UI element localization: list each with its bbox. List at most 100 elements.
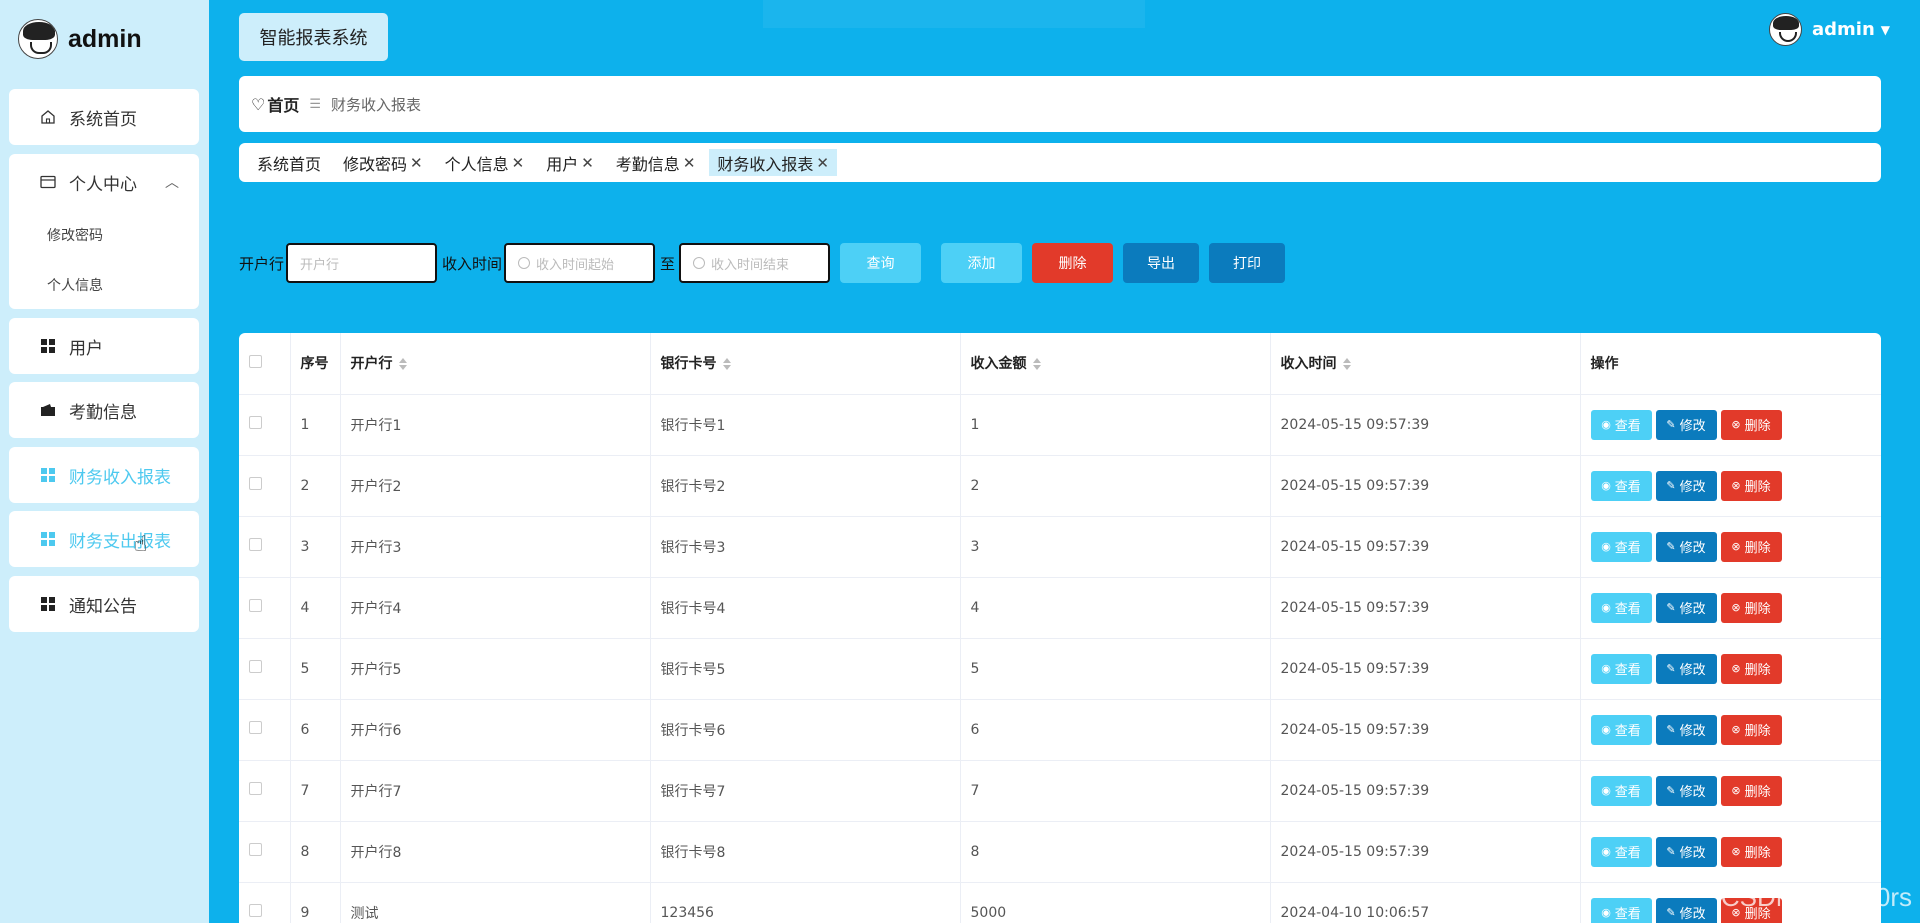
sidebar-item-label: 用户 <box>69 338 103 359</box>
grid-icon <box>39 530 57 548</box>
edit-button[interactable]: ✎ 修改 <box>1655 531 1717 562</box>
row-actions: ◉ 查看 ✎ 修改 ⊗ 删除 <box>1580 516 1881 578</box>
table-cell: 6 <box>290 699 341 761</box>
delete-row-button[interactable]: ⊗ 删除 <box>1720 714 1782 745</box>
delete-button[interactable]: 删除 <box>1032 243 1114 283</box>
pencil-icon: ✎ <box>1666 479 1676 492</box>
view-button[interactable]: ◉ 查看 <box>1590 714 1652 745</box>
view-button[interactable]: ◉ 查看 <box>1590 409 1652 440</box>
query-button[interactable]: 查询 <box>840 243 922 283</box>
time-end-input[interactable]: 收入时间结束 <box>679 243 831 283</box>
row-actions: ◉ 查看 ✎ 修改 ⊗ 删除 <box>1580 821 1881 883</box>
delete-row-button[interactable]: ⊗ 删除 <box>1720 775 1782 806</box>
delete-row-button[interactable]: ⊗ 删除 <box>1720 470 1782 501</box>
sidebar-item-notice[interactable]: 通知公告 <box>9 576 199 632</box>
edit-button[interactable]: ✎ 修改 <box>1655 775 1717 806</box>
view-button[interactable]: ◉ 查看 <box>1590 775 1652 806</box>
sidebar-item-users[interactable]: 用户 <box>9 318 199 374</box>
table-cell: 开户行4 <box>340 577 651 639</box>
time-start-input[interactable]: 收入时间起始 <box>504 243 656 283</box>
export-button[interactable]: 导出 <box>1123 243 1200 283</box>
view-button[interactable]: ◉ 查看 <box>1590 470 1652 501</box>
sort-icon[interactable] <box>1342 358 1351 371</box>
add-button[interactable]: 添加 <box>941 243 1023 283</box>
edit-button[interactable]: ✎ 修改 <box>1655 653 1717 684</box>
tab-users[interactable]: 用户 ✕ <box>546 149 594 176</box>
view-button[interactable]: ◉ 查看 <box>1590 592 1652 623</box>
view-button[interactable]: ◉ 查看 <box>1590 653 1652 684</box>
select-all-checkbox[interactable] <box>239 333 291 395</box>
tab-label: 个人信息 <box>444 154 509 174</box>
user-menu[interactable]: admin ▼ <box>1768 13 1890 46</box>
delete-row-button[interactable]: ⊗ 删除 <box>1720 836 1782 867</box>
col-header-amount[interactable]: 收入金额 <box>960 333 1271 395</box>
delete-row-button[interactable]: ⊗ 删除 <box>1720 409 1782 440</box>
view-button[interactable]: ◉ 查看 <box>1590 531 1652 562</box>
tab-personal-info[interactable]: 个人信息 ✕ <box>445 149 525 176</box>
avatar <box>1768 13 1802 46</box>
delete-row-button[interactable]: ⊗ 删除 <box>1720 592 1782 623</box>
sidebar-item-label: 考勤信息 <box>69 402 137 423</box>
edit-button[interactable]: ✎ 修改 <box>1655 714 1717 745</box>
time-end-placeholder: 收入时间结束 <box>711 257 790 273</box>
eye-icon: ◉ <box>1601 601 1611 614</box>
watermark: CSDN @Deh0rs <box>1720 882 1912 912</box>
sort-icon[interactable] <box>722 358 731 371</box>
col-header-card-no[interactable]: 银行卡号 <box>650 333 961 395</box>
tab-income-report[interactable]: 财务收入报表 ✕ <box>709 149 837 176</box>
delete-row-button[interactable]: ⊗ 删除 <box>1720 653 1782 684</box>
view-button[interactable]: ◉ 查看 <box>1590 836 1652 867</box>
col-header-bank[interactable]: 开户行 <box>340 333 651 395</box>
table-cell: 2024-05-15 09:57:39 <box>1270 516 1581 578</box>
row-checkbox[interactable] <box>239 577 291 639</box>
table-row: 9 测试 123456 5000 2024-04-10 10:06:57 ◉ 查看 ✎ 修改… <box>239 882 1881 923</box>
sidebar-item-income-report[interactable]: 财务收入报表 <box>9 447 199 503</box>
row-checkbox[interactable] <box>239 638 291 700</box>
tab-change-password[interactable]: 修改密码 ✕ <box>343 149 423 176</box>
tab-home[interactable]: 系统首页 <box>257 149 321 176</box>
row-checkbox[interactable] <box>239 516 291 578</box>
to-label: 至 <box>660 254 676 273</box>
table-row: 5 开户行5 银行卡号5 5 2024-05-15 09:57:39 ◉ 查看 ✎ 修改 ⊗… <box>239 638 1881 700</box>
col-header-time[interactable]: 收入时间 <box>1270 333 1581 395</box>
x-circle-icon: ⊗ <box>1731 845 1741 858</box>
sidebar-item-expense-report[interactable]: 财务支出报表 <box>9 511 199 567</box>
print-button[interactable]: 打印 <box>1209 243 1286 283</box>
row-checkbox[interactable] <box>239 394 291 456</box>
edit-button[interactable]: ✎ 修改 <box>1655 470 1717 501</box>
close-icon[interactable]: ✕ <box>683 154 696 172</box>
delete-row-button[interactable]: ⊗ 删除 <box>1720 531 1782 562</box>
edit-button[interactable]: ✎ 修改 <box>1655 409 1717 440</box>
close-icon[interactable]: ✕ <box>816 154 829 172</box>
sort-icon[interactable] <box>1032 358 1041 371</box>
table-row: 3 开户行3 银行卡号3 3 2024-05-15 09:57:39 ◉ 查看 ✎ 修改 ⊗… <box>239 516 1881 578</box>
grid-icon <box>39 595 57 613</box>
edit-button[interactable]: ✎ 修改 <box>1655 836 1717 867</box>
tab-attendance[interactable]: 考勤信息 ✕ <box>616 149 696 176</box>
bank-input[interactable]: 开户行 <box>286 243 438 283</box>
edit-button[interactable]: ✎ 修改 <box>1655 592 1717 623</box>
close-icon[interactable]: ✕ <box>410 154 423 172</box>
row-checkbox[interactable] <box>239 821 291 883</box>
sidebar-header: admin <box>0 0 209 78</box>
sidebar-item-personal[interactable]: 个人中心 ︿ <box>9 154 199 210</box>
close-icon[interactable]: ✕ <box>581 154 594 172</box>
sidebar-subitem-personal-info[interactable]: 个人信息 <box>9 260 199 310</box>
sidebar-item-home[interactable]: 系统首页 <box>9 89 199 145</box>
row-checkbox[interactable] <box>239 882 291 923</box>
system-title: 智能报表系统 <box>239 13 388 61</box>
sort-icon[interactable] <box>398 358 407 371</box>
row-checkbox[interactable] <box>239 699 291 761</box>
table-cell: 开户行3 <box>340 516 651 578</box>
sidebar-subitem-change-password[interactable]: 修改密码 <box>9 210 199 260</box>
view-button[interactable]: ◉ 查看 <box>1590 897 1652 923</box>
edit-button[interactable]: ✎ 修改 <box>1655 897 1717 923</box>
table-cell: 7 <box>960 760 1271 822</box>
table-cell: 银行卡号8 <box>650 821 961 883</box>
close-icon[interactable]: ✕ <box>512 154 525 172</box>
clock-icon <box>693 257 706 269</box>
row-checkbox[interactable] <box>239 455 291 517</box>
sidebar-item-attendance[interactable]: 考勤信息 <box>9 382 199 438</box>
row-checkbox[interactable] <box>239 760 291 822</box>
breadcrumb-home[interactable]: ♡ 首页 <box>251 92 299 116</box>
